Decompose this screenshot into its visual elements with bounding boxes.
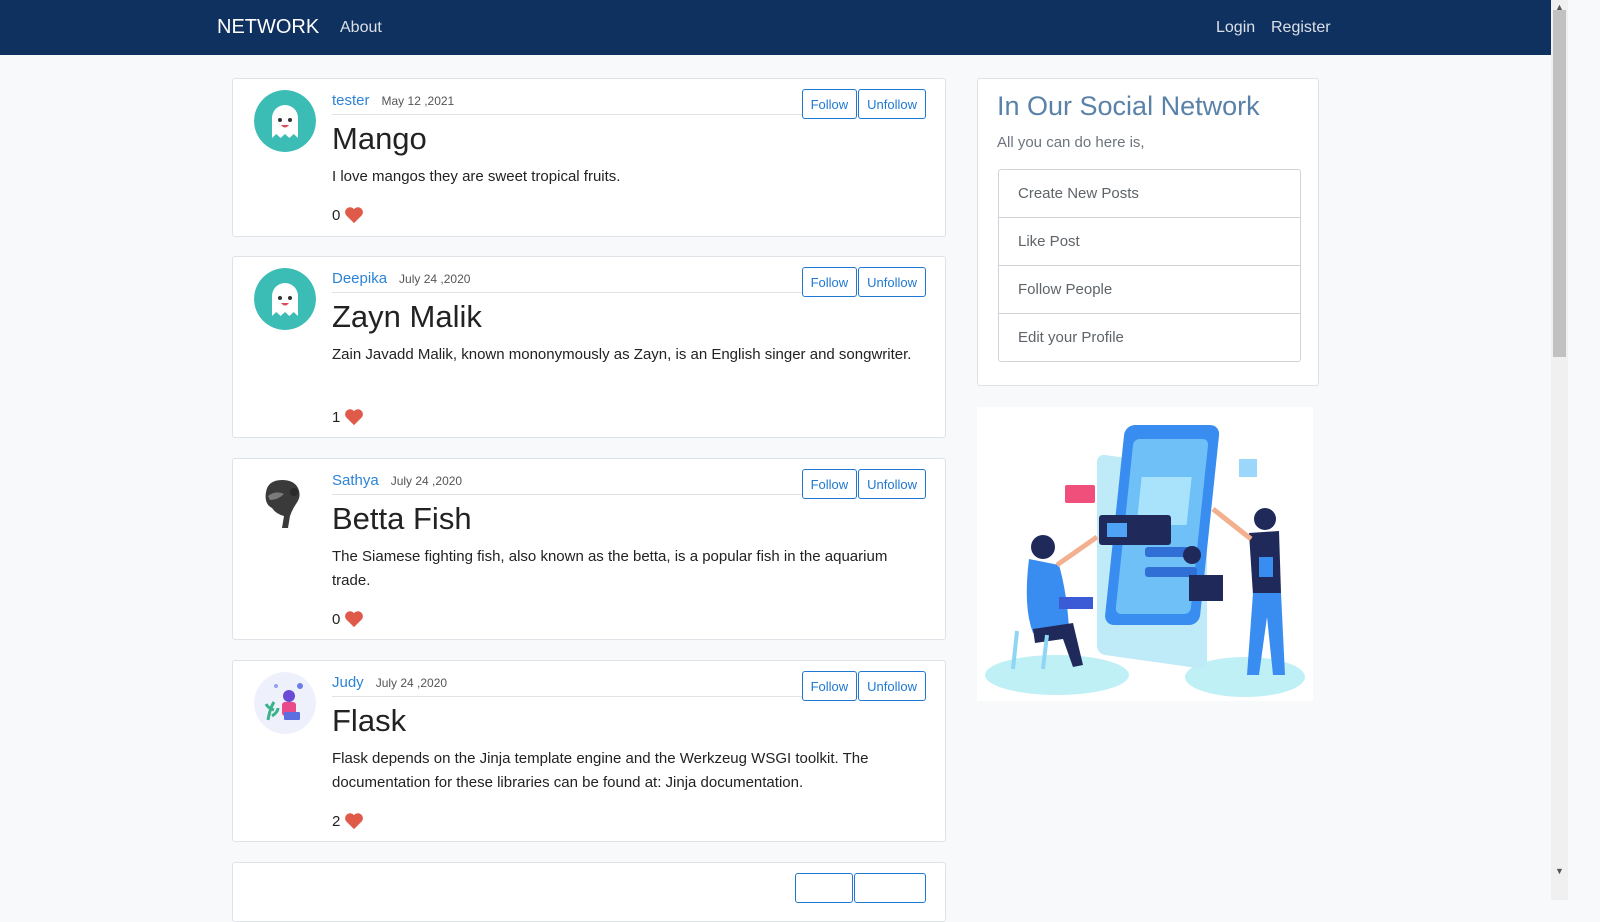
post-title: Betta Fish bbox=[332, 501, 472, 536]
like-count: 1 bbox=[332, 408, 341, 426]
post-header: tester May 12 ,2021 Follow Unfollow bbox=[332, 89, 926, 119]
feature-like-post[interactable]: Like Post bbox=[999, 217, 1300, 265]
post-likes: 0 bbox=[332, 206, 364, 224]
post-title: Zayn Malik bbox=[332, 299, 482, 334]
post-username[interactable]: Sathya bbox=[332, 472, 379, 489]
post-header bbox=[332, 873, 926, 903]
unfollow-button[interactable]: Unfollow bbox=[858, 469, 926, 499]
post-content: Zain Javadd Malik, known mononymously as… bbox=[332, 346, 912, 363]
post-date: July 24 ,2020 bbox=[390, 474, 463, 488]
illustration-avatar bbox=[254, 672, 316, 734]
post-content: The Siamese fighting fish, also known as… bbox=[332, 548, 888, 589]
post-date: May 12 ,2021 bbox=[381, 94, 455, 108]
follow-controls bbox=[795, 873, 926, 903]
portrait-avatar bbox=[254, 470, 316, 532]
heart-icon[interactable] bbox=[344, 812, 364, 830]
post-card-partial bbox=[232, 862, 946, 922]
like-count: 2 bbox=[332, 812, 341, 830]
nav-register-link[interactable]: Register bbox=[1271, 19, 1331, 37]
post-header: Sathya July 24 ,2020 Follow Unfollow bbox=[332, 469, 926, 499]
follow-button[interactable] bbox=[795, 873, 853, 903]
follow-button[interactable]: Follow bbox=[801, 469, 858, 499]
post-card: Deepika July 24 ,2020 Follow Unfollow Za… bbox=[232, 256, 946, 438]
post-likes: 2 bbox=[332, 812, 364, 830]
scrollbar-thumb[interactable] bbox=[1553, 10, 1566, 357]
window-margin bbox=[1568, 0, 1600, 900]
heart-icon[interactable] bbox=[344, 408, 364, 426]
like-count: 0 bbox=[332, 610, 341, 628]
brand-link[interactable]: NETWORK bbox=[217, 16, 319, 39]
like-count: 0 bbox=[332, 206, 341, 224]
post-username[interactable]: Deepika bbox=[332, 270, 387, 287]
follow-controls: Follow Unfollow bbox=[801, 469, 926, 499]
post-title: Mango bbox=[332, 121, 427, 156]
follow-button[interactable]: Follow bbox=[801, 89, 858, 119]
post-card: Sathya July 24 ,2020 Follow Unfollow Bet… bbox=[232, 458, 946, 640]
page-scrollbar[interactable]: ▲ ▼ bbox=[1551, 0, 1568, 900]
post-date: July 24 ,2020 bbox=[375, 676, 448, 690]
feature-edit-profile[interactable]: Edit your Profile bbox=[999, 313, 1300, 361]
post-header: Deepika July 24 ,2020 Follow Unfollow bbox=[332, 267, 926, 297]
post-content: Flask depends on the Jinja template engi… bbox=[332, 750, 869, 791]
heart-icon[interactable] bbox=[344, 610, 364, 628]
heart-icon[interactable] bbox=[344, 206, 364, 224]
ghost-avatar bbox=[254, 268, 316, 330]
post-card: tester May 12 ,2021 Follow Unfollow Mang… bbox=[232, 78, 946, 237]
unfollow-button[interactable]: Unfollow bbox=[858, 671, 926, 701]
post-likes: 1 bbox=[332, 408, 364, 426]
nav-about-link[interactable]: About bbox=[340, 19, 382, 37]
sidebar-title: In Our Social Network bbox=[997, 91, 1260, 121]
feature-list: Create New Posts Like Post Follow People… bbox=[998, 169, 1301, 362]
unfollow-button[interactable] bbox=[854, 873, 926, 903]
ghost-avatar bbox=[254, 90, 316, 152]
post-content: I love mangos they are sweet tropical fr… bbox=[332, 168, 621, 185]
follow-controls: Follow Unfollow bbox=[801, 671, 926, 701]
post-username[interactable]: tester bbox=[332, 92, 370, 109]
sidebar-card: In Our Social Network All you can do her… bbox=[977, 78, 1319, 386]
post-date: July 24 ,2020 bbox=[399, 272, 471, 286]
post-likes: 0 bbox=[332, 610, 364, 628]
unfollow-button[interactable]: Unfollow bbox=[858, 267, 926, 297]
unfollow-button[interactable]: Unfollow bbox=[858, 89, 926, 119]
scroll-down-icon[interactable]: ▼ bbox=[1555, 866, 1564, 876]
sidebar-subtitle: All you can do here is, bbox=[997, 134, 1145, 151]
follow-button[interactable]: Follow bbox=[801, 267, 858, 297]
post-card: Judy July 24 ,2020 Follow Unfollow Flask… bbox=[232, 660, 946, 842]
nav-login-link[interactable]: Login bbox=[1216, 19, 1255, 37]
feature-create-post[interactable]: Create New Posts bbox=[999, 170, 1300, 217]
follow-button[interactable]: Follow bbox=[801, 671, 858, 701]
follow-controls: Follow Unfollow bbox=[801, 89, 926, 119]
navbar: NETWORK About Login Register bbox=[0, 0, 1551, 55]
social-network-illustration bbox=[977, 407, 1313, 701]
feature-follow-people[interactable]: Follow People bbox=[999, 265, 1300, 313]
post-username[interactable]: Judy bbox=[332, 674, 364, 691]
post-title: Flask bbox=[332, 703, 407, 738]
post-header: Judy July 24 ,2020 Follow Unfollow bbox=[332, 671, 926, 701]
follow-controls: Follow Unfollow bbox=[801, 267, 926, 297]
